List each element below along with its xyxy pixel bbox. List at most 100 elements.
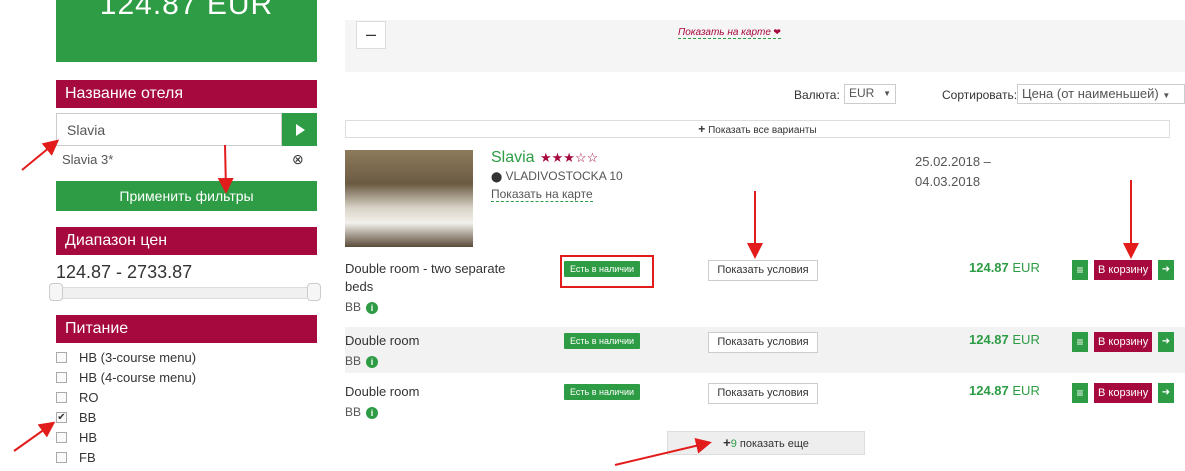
- room-meal: BB i: [345, 354, 379, 368]
- room-meal: BB i: [345, 300, 379, 314]
- plus-icon: +: [723, 435, 731, 450]
- meal-option-label: RO: [79, 390, 99, 405]
- map-pin-icon: ⬤: [491, 172, 503, 183]
- section-header-meals: Питание: [56, 315, 317, 343]
- total-price-banner: 124.87 EUR: [56, 0, 317, 62]
- hotel-photo[interactable]: [345, 150, 473, 247]
- availability-badge: Есть в наличии: [564, 384, 640, 400]
- meal-option-label: FB: [79, 450, 96, 465]
- meal-checkbox[interactable]: [56, 352, 67, 363]
- room-price: 124.87 EUR: [969, 332, 1040, 347]
- add-to-cart-button[interactable]: В корзину: [1094, 383, 1153, 403]
- room-price: 124.87 EUR: [969, 383, 1040, 398]
- show-all-variants-button[interactable]: + Показать все варианты: [345, 120, 1170, 138]
- room-meal-code: BB: [345, 300, 362, 314]
- sort-label: Сортировать:: [942, 88, 1018, 102]
- show-more-count: 9: [730, 438, 737, 450]
- show-all-variants-label: Показать все варианты: [708, 125, 817, 136]
- meal-option-label: HB: [79, 430, 98, 445]
- room-price-value: 124.87: [969, 332, 1009, 347]
- availability-badge: Есть в наличии: [564, 333, 640, 349]
- sort-select[interactable]: Цена (от наименьшей) ▼: [1017, 84, 1185, 104]
- total-price-text: 124.87 EUR: [99, 0, 274, 21]
- apply-filters-button[interactable]: Применить фильтры: [56, 181, 317, 211]
- show-more-button[interactable]: +9 показать еще: [667, 431, 865, 455]
- add-to-cart-button[interactable]: В корзину: [1094, 260, 1153, 280]
- room-meal: BB i: [345, 405, 379, 419]
- annotation-arrow: [21, 139, 60, 171]
- go-arrow-icon[interactable]: ➜: [1158, 383, 1174, 403]
- show-on-map-label: Показать на карте: [678, 27, 771, 38]
- hotel-search-button[interactable]: [282, 113, 317, 146]
- hotel-address-text: VLADIVOSTOCKA 10: [505, 169, 623, 183]
- select-caret-icon: ▼: [1162, 91, 1171, 100]
- info-icon[interactable]: i: [366, 355, 379, 368]
- annotation-arrow: [13, 421, 56, 452]
- meal-checkbox[interactable]: [56, 452, 67, 463]
- room-price-value: 124.87: [969, 383, 1009, 398]
- info-icon[interactable]: i: [366, 301, 379, 314]
- show-on-map-toggle[interactable]: Показать на карте ❤: [678, 27, 781, 39]
- clear-suggestion-icon[interactable]: ⊗: [292, 151, 304, 168]
- section-header-price-range: Диапазон цен: [56, 227, 317, 255]
- room-price: 124.87 EUR: [969, 260, 1040, 275]
- stay-dates: 25.02.2018 – 04.03.2018: [915, 152, 991, 192]
- meal-option-label: HB (4-course menu): [79, 370, 197, 385]
- go-arrow-icon[interactable]: ➜: [1158, 260, 1174, 280]
- select-caret-icon: ▼: [883, 89, 891, 98]
- room-name-line2: beds: [345, 279, 374, 294]
- chevron-down-icon: ❤: [770, 27, 781, 37]
- price-range-text: 124.87 - 2733.87: [56, 262, 193, 282]
- go-arrow-icon[interactable]: ➜: [1158, 332, 1174, 352]
- meal-checkbox[interactable]: [56, 372, 67, 383]
- show-conditions-button[interactable]: Показать условия: [708, 260, 818, 281]
- room-price-currency: EUR: [1012, 332, 1040, 347]
- meal-option[interactable]: FB: [56, 450, 96, 465]
- price-slider-min-handle[interactable]: [49, 283, 63, 301]
- meal-option-label: BB: [79, 410, 97, 425]
- section-header-hotel-name: Название отеля: [56, 80, 317, 108]
- currency-label: Валюта:: [794, 88, 840, 102]
- room-price-currency: EUR: [1012, 260, 1040, 275]
- show-conditions-button[interactable]: Показать условия: [708, 332, 818, 353]
- info-icon[interactable]: i: [366, 406, 379, 419]
- meal-checkbox[interactable]: ✔: [56, 412, 67, 423]
- collapse-map-button[interactable]: –: [356, 21, 386, 49]
- meal-option[interactable]: HB (3-course menu): [56, 350, 196, 365]
- show-more-label: показать еще: [739, 438, 809, 450]
- hotel-stars: ★★★☆☆: [540, 150, 599, 165]
- room-name-line1: Double room: [345, 333, 420, 348]
- sort-value: Цена (от наименьшей): [1022, 86, 1159, 101]
- currency-select[interactable]: EUR ▼: [844, 84, 896, 104]
- meal-option[interactable]: ✔ BB: [56, 410, 96, 425]
- hotel-map-link[interactable]: Показать на карте: [491, 187, 593, 202]
- price-slider-track[interactable]: [56, 287, 317, 299]
- room-name-line1: Double room: [345, 384, 420, 399]
- meal-option[interactable]: HB: [56, 430, 97, 445]
- show-conditions-button[interactable]: Показать условия: [708, 383, 818, 404]
- hotel-name[interactable]: Slavia: [491, 149, 535, 167]
- meal-option-label: HB (3-course menu): [79, 350, 197, 365]
- room-price-value: 124.87: [969, 260, 1009, 275]
- details-menu-icon[interactable]: ≡: [1072, 260, 1088, 280]
- availability-highlight-box: [560, 255, 654, 288]
- date-to: 04.03.2018: [915, 174, 981, 189]
- meal-option[interactable]: HB (4-course menu): [56, 370, 196, 385]
- date-from: 25.02.2018 –: [915, 154, 991, 169]
- meal-checkbox[interactable]: [56, 392, 67, 403]
- details-menu-icon[interactable]: ≡: [1072, 332, 1088, 352]
- add-to-cart-button[interactable]: В корзину: [1094, 332, 1153, 352]
- meal-option[interactable]: RO: [56, 390, 99, 405]
- room-meal-code: BB: [345, 354, 362, 368]
- hotel-address: ⬤ VLADIVOSTOCKA 10: [491, 169, 623, 183]
- meal-checkbox[interactable]: [56, 432, 67, 443]
- currency-value: EUR: [849, 86, 875, 100]
- price-slider-max-handle[interactable]: [307, 283, 321, 301]
- play-arrow-icon: [295, 123, 305, 136]
- plus-icon: +: [698, 122, 706, 136]
- hotel-suggestion[interactable]: Slavia 3*: [62, 152, 113, 167]
- room-price-currency: EUR: [1012, 383, 1040, 398]
- room-meal-code: BB: [345, 405, 362, 419]
- details-menu-icon[interactable]: ≡: [1072, 383, 1088, 403]
- hotel-name-input[interactable]: [56, 113, 282, 146]
